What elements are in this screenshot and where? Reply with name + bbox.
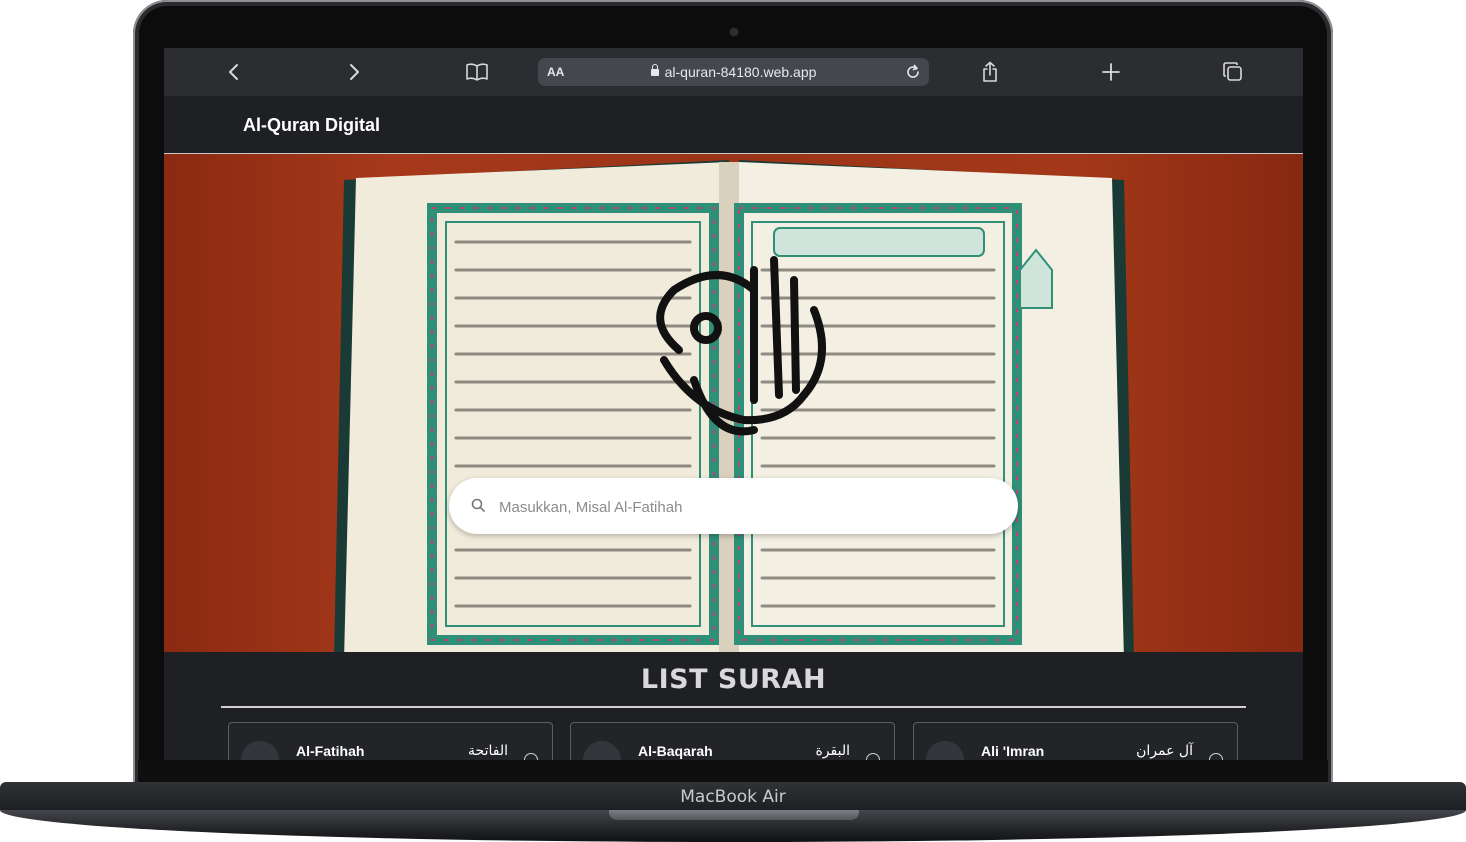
surah-card[interactable]: Ali 'Imran آل عمران <box>913 722 1238 760</box>
share-icon[interactable] <box>976 58 1004 86</box>
surah-arabic-name: آل عمران <box>1136 743 1193 759</box>
surah-list-section: LIST SURAH Al-Fatihah الفاتحة Al-Baqarah… <box>164 652 1303 760</box>
surah-arabic-name: الفاتحة <box>468 743 508 759</box>
search-box[interactable] <box>449 478 1018 534</box>
surah-card[interactable]: Al-Fatihah الفاتحة <box>228 722 553 760</box>
back-icon[interactable] <box>220 58 248 86</box>
info-icon[interactable] <box>866 753 880 760</box>
address-bar[interactable]: AA al-quran-84180.web.app <box>538 58 929 86</box>
surah-number-badge <box>241 741 279 760</box>
info-icon[interactable] <box>1209 753 1223 760</box>
surah-name: Ali 'Imran <box>981 743 1045 759</box>
screen: AA al-quran-84180.web.app Al-Quran Digit… <box>164 48 1303 760</box>
reload-icon[interactable] <box>903 62 923 82</box>
opening-notch <box>609 810 859 820</box>
surah-name: Al-Baqarah <box>638 743 713 759</box>
surah-number-badge <box>926 741 964 760</box>
list-title: LIST SURAH <box>640 664 827 695</box>
surah-arabic-name: البقرة <box>815 743 850 759</box>
search-icon <box>471 498 485 512</box>
surah-name: Al-Fatihah <box>296 743 365 759</box>
search-input[interactable] <box>497 492 981 522</box>
tabs-overview-icon[interactable] <box>1219 58 1247 86</box>
divider <box>221 706 1246 708</box>
url-value: al-quran-84180.web.app <box>664 64 817 80</box>
surah-card[interactable]: Al-Baqarah البقرة <box>570 722 895 760</box>
model-label: MacBook Air <box>680 787 786 807</box>
bookmarks-icon[interactable] <box>463 58 491 86</box>
forward-icon[interactable] <box>340 58 368 86</box>
hero-banner <box>164 154 1303 652</box>
bottom-bezel <box>138 760 1328 784</box>
lock-icon <box>650 64 659 76</box>
site-navbar: Al-Quran Digital <box>164 96 1303 154</box>
base-hinge: MacBook Air <box>0 782 1466 810</box>
camera-dot <box>730 28 738 36</box>
url-text: al-quran-84180.web.app <box>538 64 929 80</box>
surah-number-badge <box>583 741 621 760</box>
new-tab-icon[interactable] <box>1097 58 1125 86</box>
laptop-base: MacBook Air <box>0 782 1466 842</box>
open-quran-image <box>334 160 1134 652</box>
brand-logo[interactable]: Al-Quran Digital <box>243 115 380 136</box>
info-icon[interactable] <box>524 753 538 760</box>
browser-toolbar: AA al-quran-84180.web.app <box>164 48 1303 96</box>
